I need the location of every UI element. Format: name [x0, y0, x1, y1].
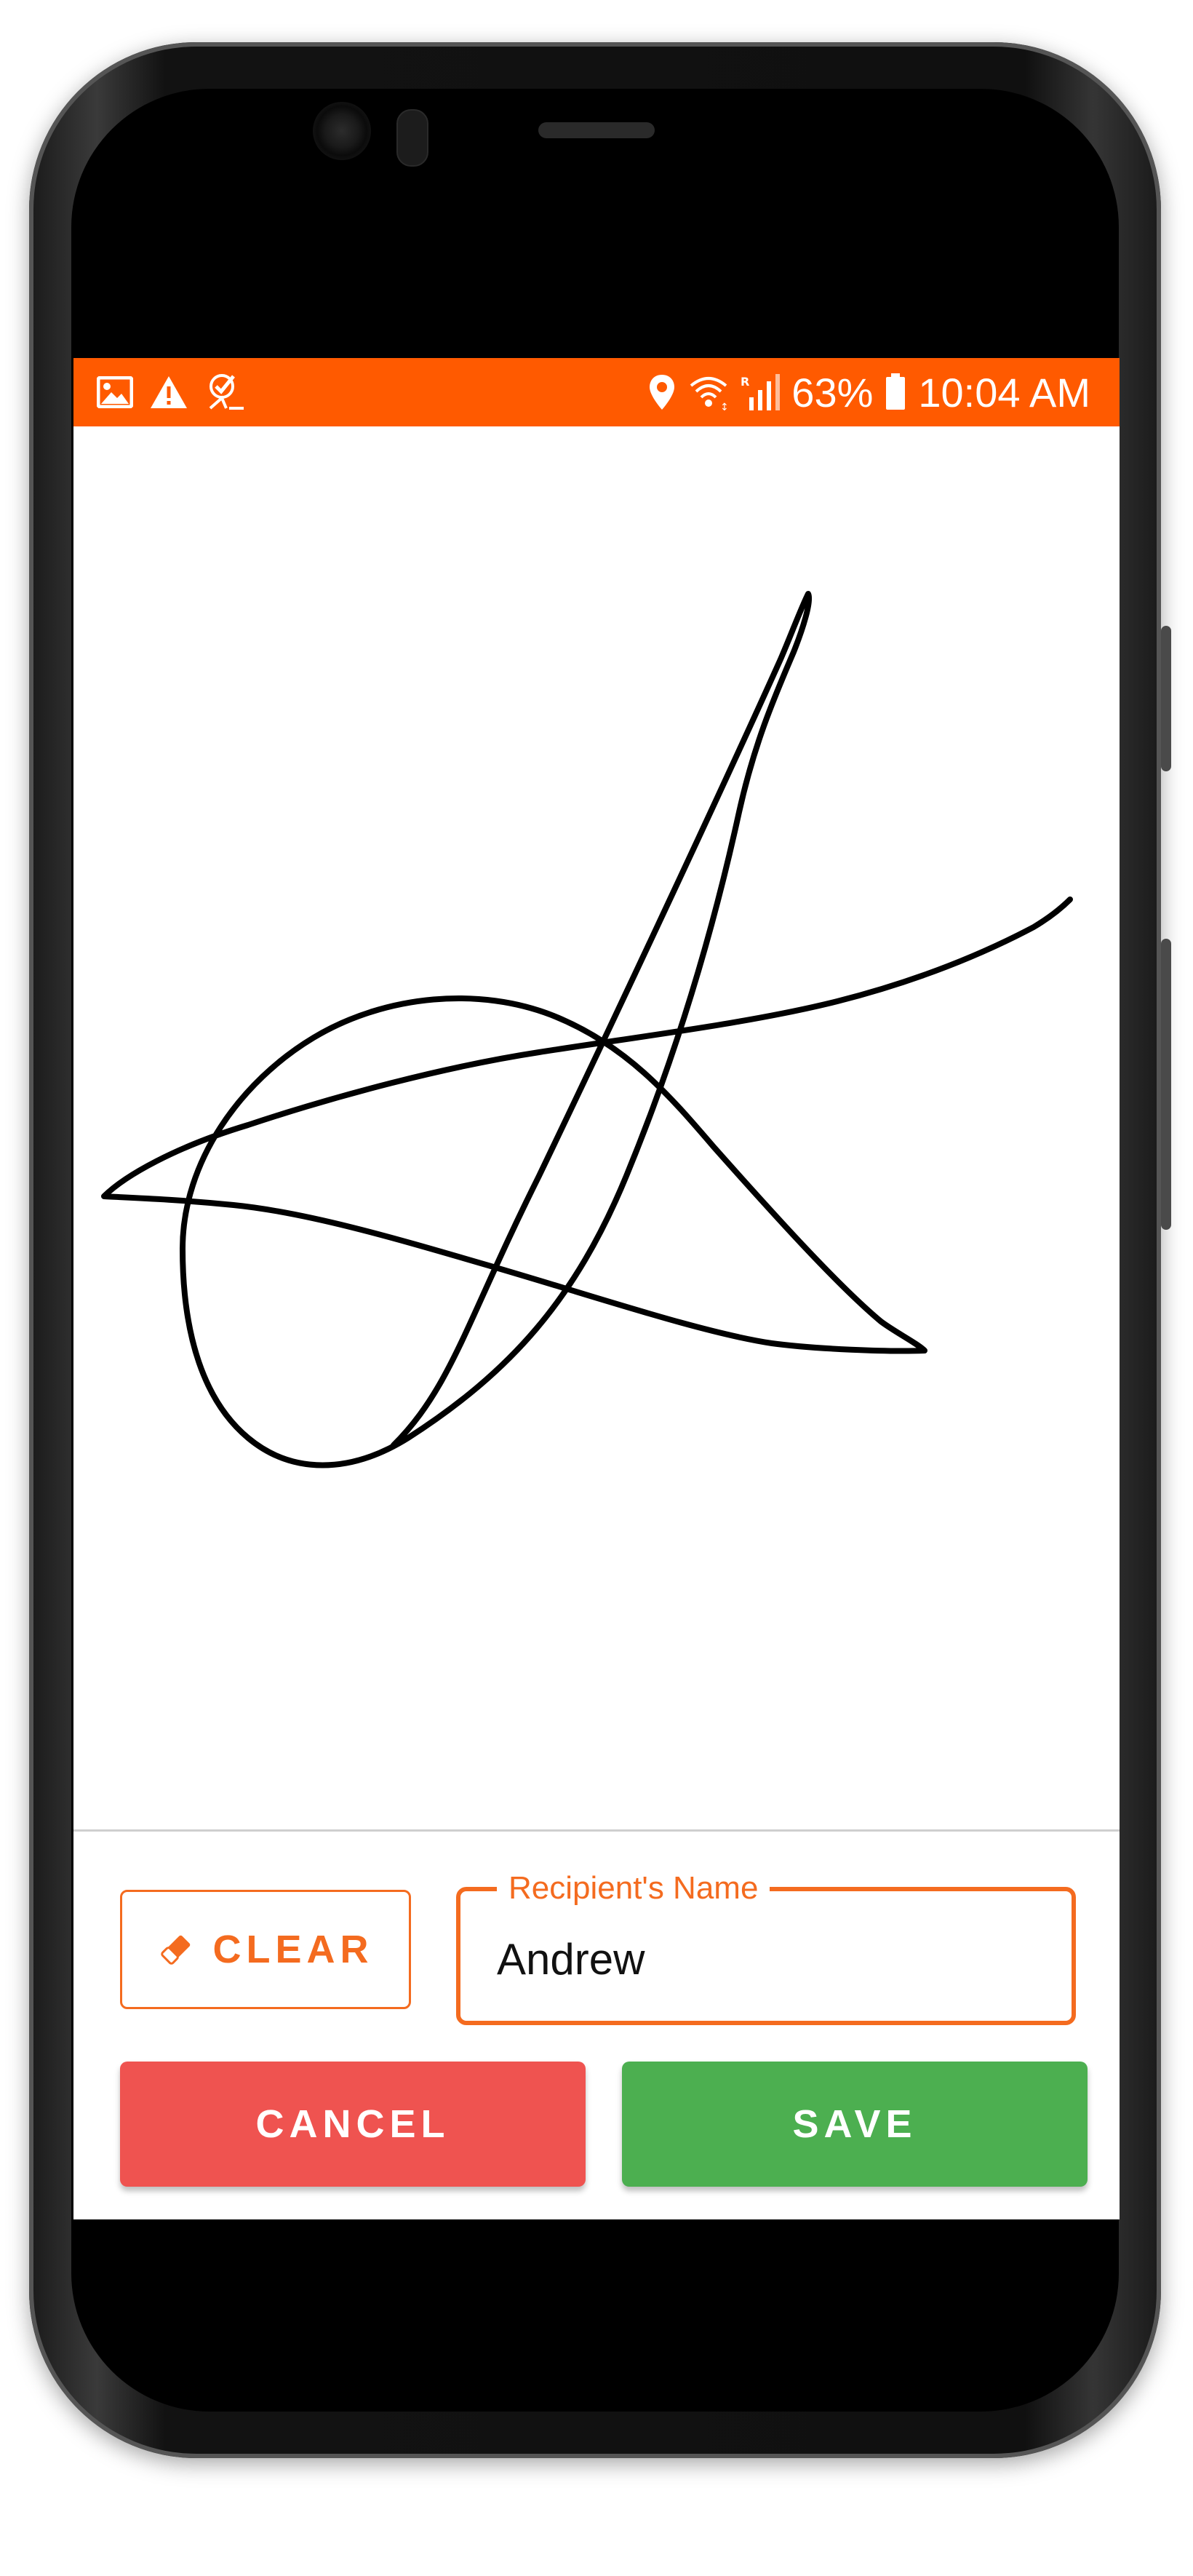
- signature-pad[interactable]: [73, 426, 1120, 1829]
- battery-percentage: 63%: [791, 369, 874, 416]
- power-button: [1161, 626, 1171, 771]
- eraser-icon: [160, 1935, 190, 1965]
- clear-button[interactable]: CLEAR: [120, 1890, 411, 2009]
- earpiece-speaker: [538, 122, 655, 138]
- proximity-sensor: [396, 109, 428, 167]
- front-camera: [313, 102, 371, 160]
- battery-icon: [886, 373, 906, 410]
- app-screen: ↕ R 63% 10:04 AM CLEAR Recipient's Name …: [73, 358, 1120, 2219]
- image-icon: [97, 376, 133, 408]
- recipient-name-field[interactable]: Recipient's Name: [456, 1867, 1076, 2025]
- cancel-button[interactable]: CANCEL: [120, 2062, 586, 2187]
- recipient-name-input[interactable]: [495, 1929, 1037, 1989]
- clear-label: CLEAR: [212, 1928, 374, 1971]
- signature-stroke: [101, 591, 1073, 1468]
- wifi-icon: ↕: [690, 377, 729, 412]
- signal-icon: R: [741, 374, 781, 410]
- cancel-label: CANCEL: [255, 2102, 450, 2146]
- location-icon: [650, 375, 675, 410]
- signature-controls: CLEAR Recipient's Name CANCEL SAVE: [73, 1832, 1120, 2219]
- volume-button: [1161, 939, 1171, 1230]
- svg-text:R: R: [741, 375, 749, 389]
- save-label: SAVE: [792, 2102, 917, 2146]
- svg-text:↕: ↕: [720, 402, 729, 412]
- recipient-name-label: Recipient's Name: [497, 1867, 770, 1910]
- status-bar: ↕ R 63% 10:04 AM: [73, 358, 1120, 426]
- clock: 10:04 AM: [918, 369, 1090, 416]
- save-button[interactable]: SAVE: [622, 2062, 1088, 2187]
- warning-icon: [151, 376, 187, 408]
- task-check-icon: [209, 374, 244, 410]
